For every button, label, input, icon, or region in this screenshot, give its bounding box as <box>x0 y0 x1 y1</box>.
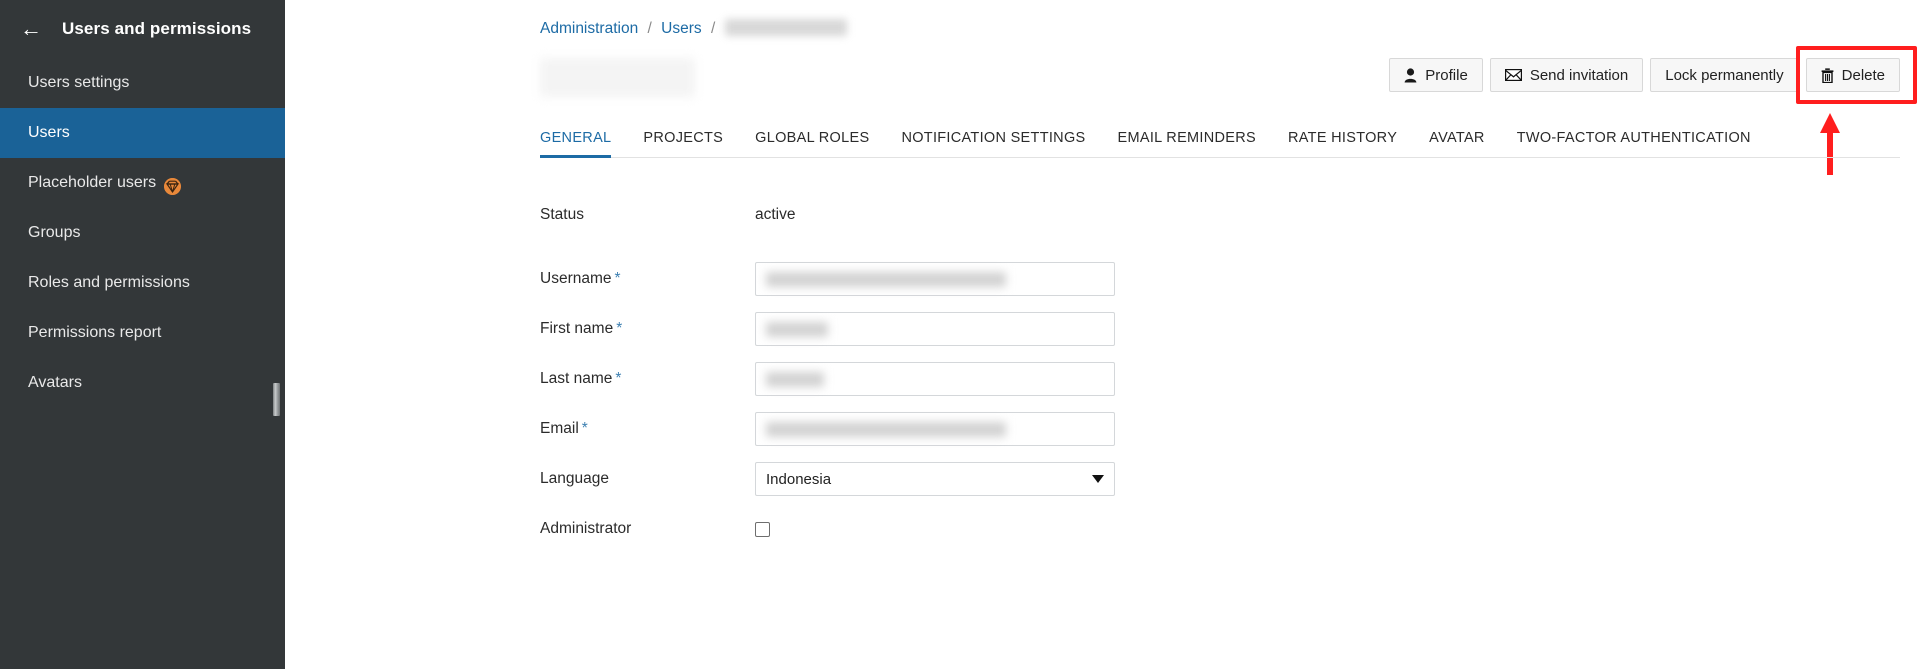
sidebar-item-label: Avatars <box>28 374 82 391</box>
required-marker: * <box>581 420 588 437</box>
username-input[interactable] <box>755 262 1115 296</box>
required-marker: * <box>616 320 623 337</box>
general-form: Status active Username * First name * La… <box>540 190 1917 554</box>
language-label: Language <box>540 470 609 487</box>
users-admin-page: ← Users and permissions Users settings U… <box>0 0 1917 669</box>
tab-label: AVATAR <box>1429 130 1485 146</box>
trash-icon <box>1821 67 1834 83</box>
last-name-label: Last name * <box>540 370 755 388</box>
breadcrumb-separator: / <box>710 20 716 37</box>
sidebar-header: ← Users and permissions <box>0 0 285 58</box>
profile-button[interactable]: Profile <box>1389 58 1483 92</box>
enterprise-globe-icon <box>164 177 182 195</box>
email-label-text: Email <box>540 420 579 437</box>
administrator-checkbox[interactable] <box>755 521 770 537</box>
administrator-label: Administrator <box>540 520 632 537</box>
sidebar-item-label: Placeholder users <box>28 174 157 191</box>
sidebar-title: Users and permissions <box>62 19 252 38</box>
arrow-left-icon[interactable]: ← <box>20 18 50 40</box>
send-invitation-button-label: Send invitation <box>1529 66 1629 84</box>
sidebar-item-groups[interactable]: Groups <box>0 208 285 258</box>
sidebar-item-placeholder-users[interactable]: Placeholder users <box>0 158 285 208</box>
sidebar-scrollbar-thumb[interactable] <box>273 383 280 416</box>
lock-permanently-button-label: Lock permanently <box>1665 66 1784 84</box>
sidebar-item-label: Users <box>28 124 70 141</box>
tab-projects[interactable]: PROJECTS <box>627 130 739 157</box>
last-name-input[interactable] <box>755 362 1115 396</box>
language-value: Indonesia <box>766 470 832 488</box>
form-row-last-name: Last name * <box>540 354 1917 404</box>
delete-button[interactable]: Delete <box>1805 58 1900 92</box>
user-icon <box>1404 67 1417 83</box>
sidebar-item-label: Groups <box>28 224 81 241</box>
form-row-status: Status active <box>540 190 1917 240</box>
sidebar-item-label: Permissions report <box>28 324 162 341</box>
form-row-language: Language Indonesia <box>540 454 1917 504</box>
username-value-redacted <box>766 271 1006 287</box>
tab-label: GENERAL <box>540 130 612 146</box>
sidebar-item-label: Users settings <box>28 74 130 91</box>
tab-label: GLOBAL ROLES <box>755 130 870 146</box>
delete-button-wrapper: Delete <box>1795 46 1917 104</box>
tab-bar: GENERAL PROJECTS GLOBAL ROLES NOTIFICATI… <box>540 120 1900 158</box>
tab-label: PROJECTS <box>643 130 724 146</box>
delete-button-label: Delete <box>1841 66 1885 84</box>
email-input[interactable] <box>755 412 1115 446</box>
email-label: Email * <box>540 420 755 438</box>
sidebar-item-avatars[interactable]: Avatars <box>0 358 285 408</box>
envelope-icon <box>1504 69 1522 81</box>
sidebar-item-users-settings[interactable]: Users settings <box>0 58 285 108</box>
sidebar: ← Users and permissions Users settings U… <box>0 0 285 669</box>
status-value: active <box>755 206 796 223</box>
sidebar-item-permissions-report[interactable]: Permissions report <box>0 308 285 358</box>
required-marker: * <box>615 370 622 387</box>
breadcrumb-separator: / <box>647 20 652 37</box>
action-toolbar: Profile Send invitation Lock permanently <box>1389 46 1917 104</box>
form-row-username: Username * <box>540 254 1917 304</box>
form-row-email: Email * <box>540 404 1917 454</box>
first-name-input[interactable] <box>755 312 1115 346</box>
tab-rate-history[interactable]: RATE HISTORY <box>1272 130 1413 157</box>
main-content: Administration / Users / Profile Send in… <box>285 0 1917 669</box>
breadcrumb-current-user-redacted <box>724 19 847 37</box>
tab-label: EMAIL REMINDERS <box>1117 130 1257 146</box>
first-name-label-text: First name <box>540 320 614 337</box>
profile-button-label: Profile <box>1425 66 1468 84</box>
tab-label: NOTIFICATION SETTINGS <box>901 130 1086 146</box>
tab-general[interactable]: GENERAL <box>540 130 627 158</box>
sidebar-item-users[interactable]: Users <box>0 108 285 158</box>
first-name-value-redacted <box>766 321 828 337</box>
language-select[interactable]: Indonesia <box>755 462 1115 496</box>
tab-label: TWO-FACTOR AUTHENTICATION <box>1516 130 1751 146</box>
username-label: Username * <box>540 270 755 288</box>
page-title <box>540 58 696 97</box>
tab-two-factor-authentication[interactable]: TWO-FACTOR AUTHENTICATION <box>1501 130 1767 157</box>
status-label: Status <box>540 206 584 223</box>
username-label-text: Username <box>540 270 612 287</box>
breadcrumb: Administration / Users / <box>540 19 847 38</box>
breadcrumb-link-users[interactable]: Users <box>661 20 701 37</box>
lock-permanently-button[interactable]: Lock permanently <box>1650 58 1799 92</box>
form-row-administrator: Administrator <box>540 504 1917 554</box>
last-name-label-text: Last name <box>540 370 613 387</box>
tab-global-roles[interactable]: GLOBAL ROLES <box>739 130 885 157</box>
sidebar-item-label: Roles and permissions <box>28 274 190 291</box>
email-value-redacted <box>766 421 1006 437</box>
form-row-first-name: First name * <box>540 304 1917 354</box>
tab-label: RATE HISTORY <box>1288 130 1398 146</box>
required-marker: * <box>614 270 621 287</box>
chevron-down-icon <box>1092 475 1104 483</box>
send-invitation-button[interactable]: Send invitation <box>1489 58 1644 92</box>
breadcrumb-link-administration[interactable]: Administration <box>540 20 638 37</box>
last-name-value-redacted <box>766 371 824 387</box>
tab-email-reminders[interactable]: EMAIL REMINDERS <box>1102 130 1273 157</box>
form-spacer <box>540 240 1917 254</box>
sidebar-item-roles-and-permissions[interactable]: Roles and permissions <box>0 258 285 308</box>
tab-avatar[interactable]: AVATAR <box>1413 130 1501 157</box>
tab-notification-settings[interactable]: NOTIFICATION SETTINGS <box>885 130 1101 157</box>
first-name-label: First name * <box>540 320 755 338</box>
